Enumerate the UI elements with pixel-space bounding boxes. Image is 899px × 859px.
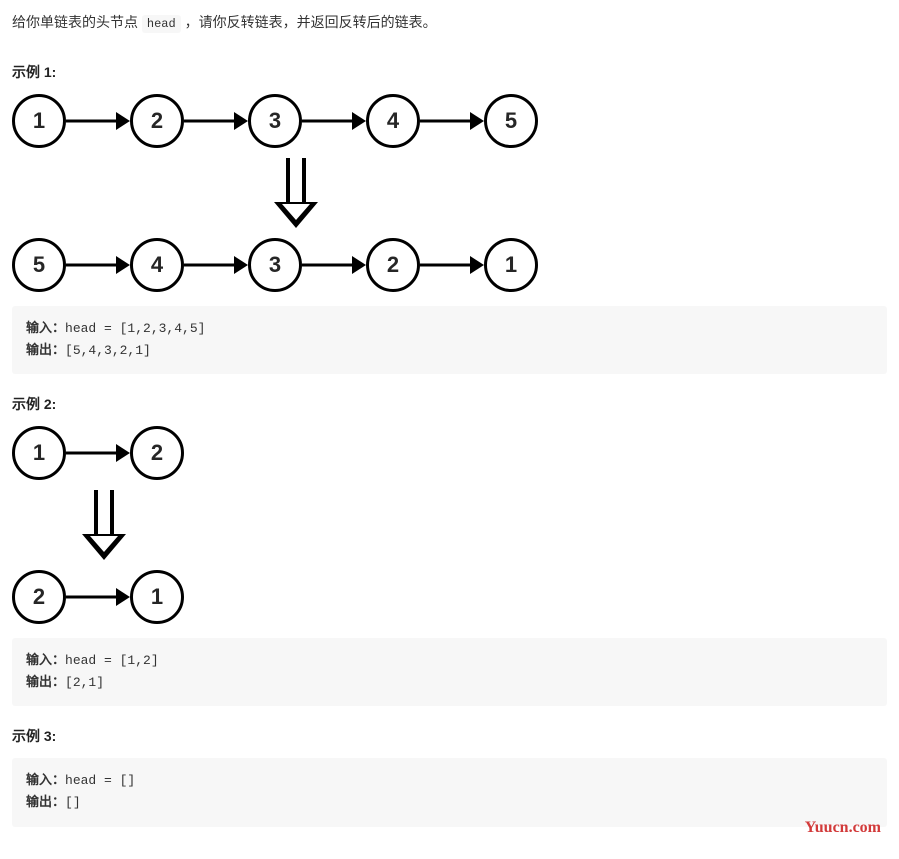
arrow-right-icon [66, 444, 130, 462]
linked-list: 5 4 3 2 1 [12, 238, 887, 292]
arrow-right-icon [66, 588, 130, 606]
list-node: 2 [12, 570, 66, 624]
arrow-down-icon [274, 158, 318, 228]
list-node: 5 [12, 238, 66, 292]
example-input: 输入：head = [1,2] [26, 650, 873, 672]
desc-code: head [142, 15, 181, 33]
example-diagram: 1221 [12, 426, 887, 624]
list-node: 1 [12, 94, 66, 148]
example-input: 输入：head = [1,2,3,4,5] [26, 318, 873, 340]
example-io: 输入：head = []输出：[] [12, 758, 887, 826]
arrow-right-icon [420, 112, 484, 130]
list-node: 2 [130, 426, 184, 480]
arrow-right-icon [66, 256, 130, 274]
list-node: 2 [130, 94, 184, 148]
list-node: 1 [130, 570, 184, 624]
list-node: 4 [366, 94, 420, 148]
list-node: 3 [248, 94, 302, 148]
linked-list: 12 [12, 426, 887, 480]
arrow-right-icon [66, 112, 130, 130]
example-output: 输出：[5,4,3,2,1] [26, 340, 873, 362]
list-node: 5 [484, 94, 538, 148]
arrow-right-icon [420, 256, 484, 274]
example-input: 输入：head = [] [26, 770, 873, 792]
list-node: 2 [366, 238, 420, 292]
example-output: 输出：[2,1] [26, 672, 873, 694]
arrow-right-icon [184, 112, 248, 130]
list-node: 1 [12, 426, 66, 480]
list-node: 3 [248, 238, 302, 292]
example-output: 输出：[] [26, 792, 873, 814]
linked-list: 21 [12, 570, 887, 624]
example-io: 输入：head = [1,2,3,4,5]输出：[5,4,3,2,1] [12, 306, 887, 374]
transform-arrow [12, 490, 887, 560]
example-io: 输入：head = [1,2]输出：[2,1] [12, 638, 887, 706]
linked-list: 1 2 3 4 5 [12, 94, 887, 148]
transform-arrow [12, 158, 887, 228]
watermark: Yuucn.com [805, 819, 881, 837]
example-title: 示例 3: [12, 726, 887, 746]
arrow-down-icon [82, 490, 126, 560]
desc-prefix: 给你单链表的头节点 [12, 14, 142, 30]
desc-suffix: ，请你反转链表，并返回反转后的链表。 [181, 14, 437, 30]
example-title: 示例 2: [12, 394, 887, 414]
example-title: 示例 1: [12, 62, 887, 82]
arrow-right-icon [302, 256, 366, 274]
example-diagram: 1 2 3 4 5 5 4 3 2 1 [12, 94, 887, 292]
arrow-right-icon [184, 256, 248, 274]
list-node: 1 [484, 238, 538, 292]
arrow-right-icon [302, 112, 366, 130]
problem-description: 给你单链表的头节点 head ，请你反转链表，并返回反转后的链表。 [12, 12, 887, 32]
list-node: 4 [130, 238, 184, 292]
